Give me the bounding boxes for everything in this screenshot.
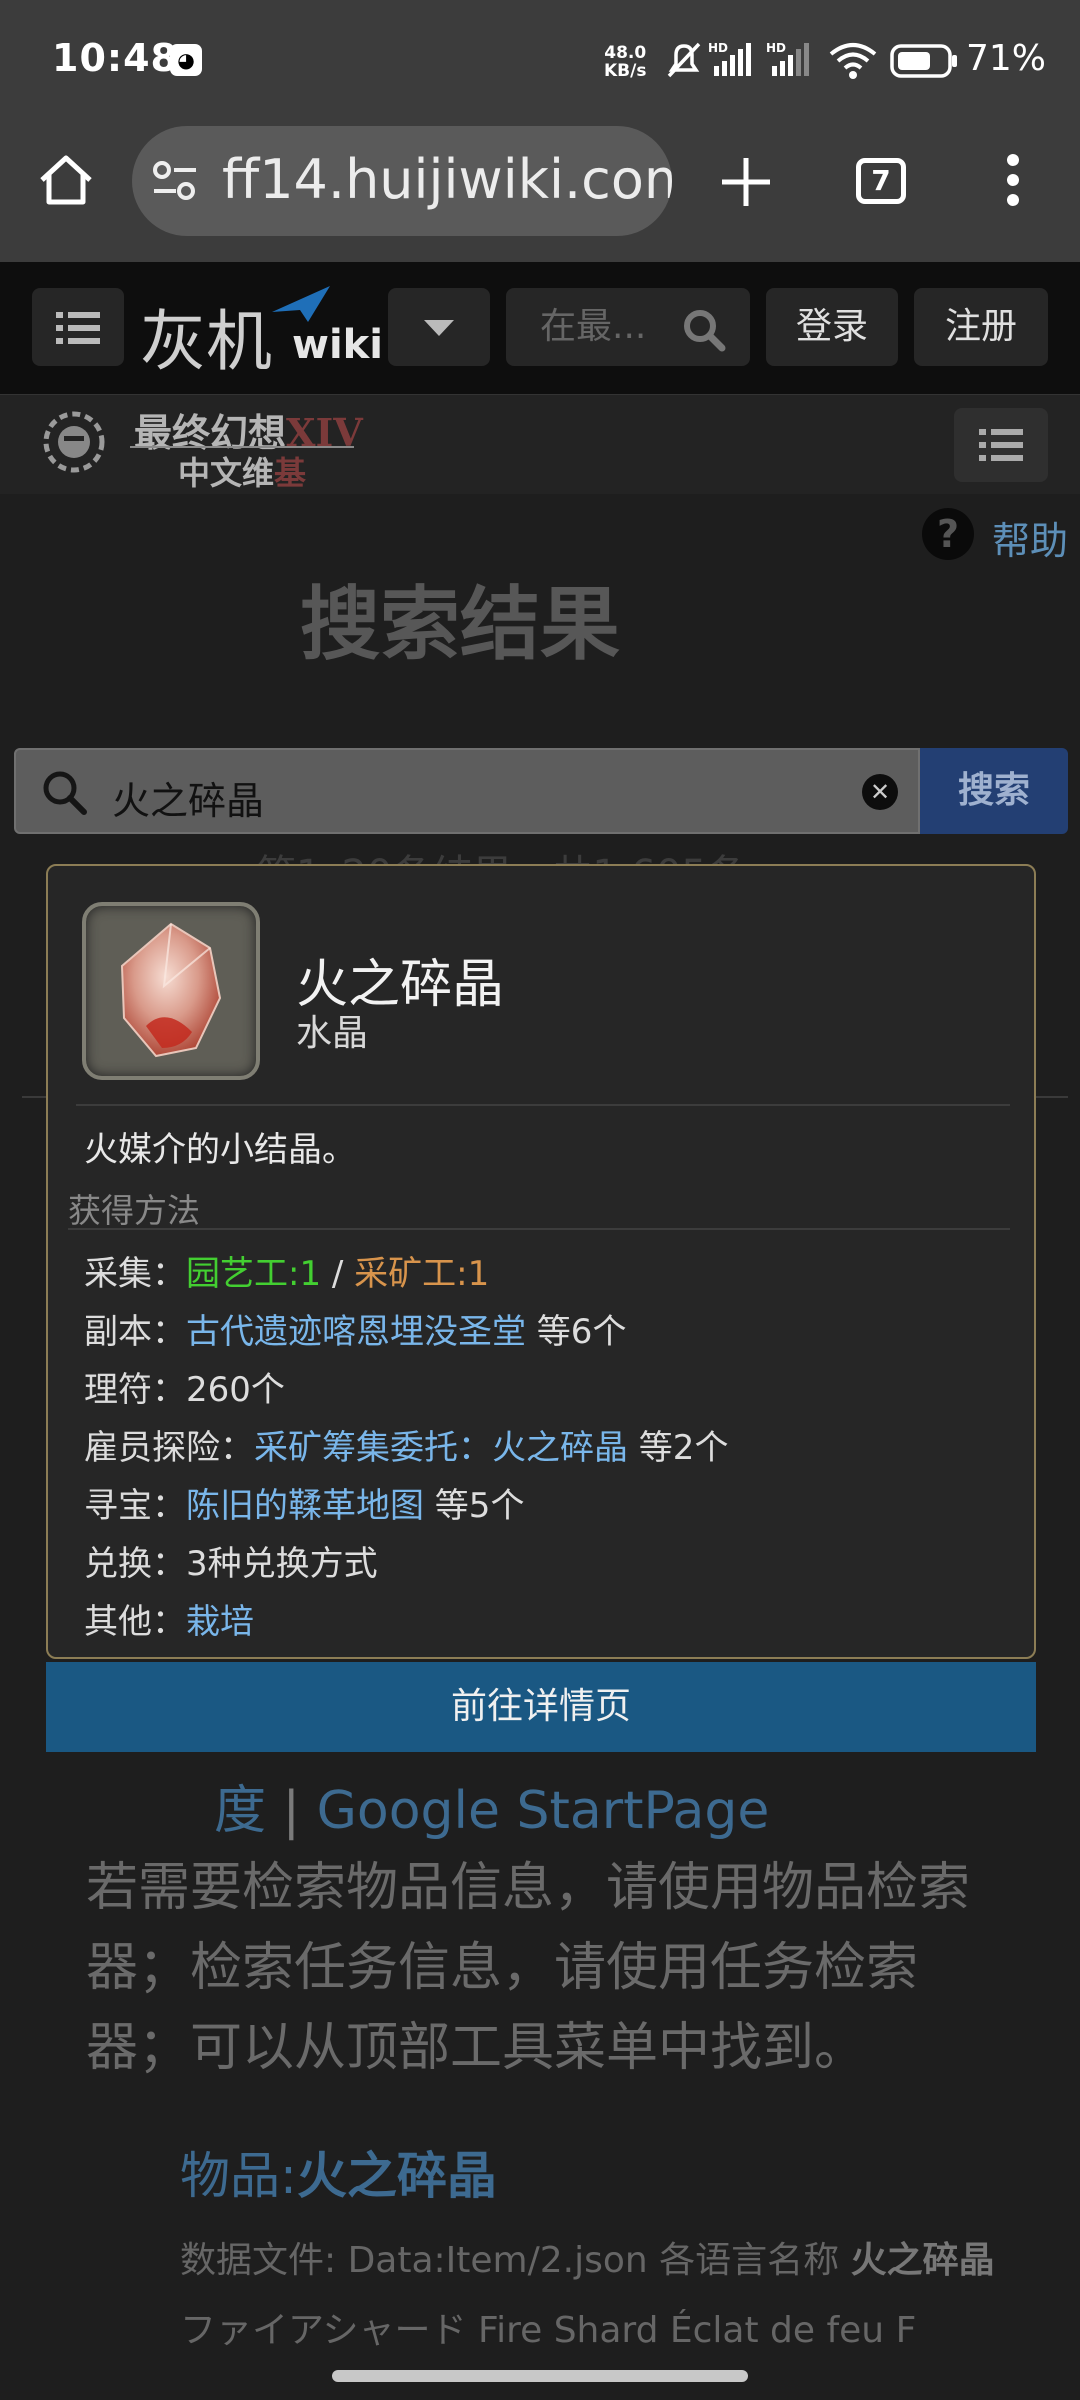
register-button[interactable]: 注册 [914,288,1048,366]
tab-switcher-button[interactable]: 7 [856,158,906,204]
clock: 10:48 [52,36,178,80]
more-menu-icon[interactable] [998,150,1028,210]
result-item-name[interactable]: 火之碎晶 [297,2147,497,2205]
site-menu-button[interactable] [32,288,124,366]
divider [76,1104,1010,1106]
network-speed: 48.0 KB/s [604,44,646,80]
acq-row-treasure: 寻宝：陈旧的鞣革地图 等5个 [84,1478,524,1527]
acq-label: 理符： [84,1370,186,1410]
url-text[interactable]: ff14.huijiwiki.com/ [222,148,672,211]
search-engines-links: 度 | Google StartPage [214,1768,769,1843]
site-search-placeholder: 在最... [540,306,647,347]
snippet-text: ファイアシャード Fire Shard Éclat de feu F [180,2310,917,2351]
cultivation-link[interactable]: 栽培 [186,1602,254,1642]
treasure-map-link[interactable]: 陈旧的鞣革地图 [186,1486,424,1526]
count-text: 260个 [186,1370,285,1410]
acq-row-exchange: 兑换：3种兑换方式 [84,1536,378,1585]
search-icon [43,771,87,815]
retainer-venture-link[interactable]: 采矿筹集委托：火之碎晶 [254,1428,628,1468]
ff14-subtitle-main: 中文维 [178,454,275,492]
item-tooltip-popup: 火之碎晶 水晶 火媒介的小结晶。 获得方法 采集：园艺工:1 / 采矿工:1 副… [46,864,1036,1659]
acq-row-other: 其他：栽培 [84,1594,254,1643]
count-text: 等2个 [628,1428,729,1468]
search-icon[interactable] [682,308,726,352]
ff14-menu-button[interactable] [954,408,1048,482]
count-text: 等5个 [424,1486,525,1526]
logo-wiki: wiki [292,322,383,368]
ff14-subtitle: 中文维基 [178,448,306,494]
count-text: 3种兑换方式 [186,1544,378,1584]
search-hint-text: 若需要检索物品信息，请使用物品检索器；检索任务信息，请使用任务检索器；可以从顶部… [86,1858,971,2078]
paper-plane-icon [272,286,330,322]
acq-row-leve: 理符：260个 [84,1362,285,1411]
miner-link[interactable]: 采矿工:1 [354,1254,489,1294]
crystal-icon [120,922,222,1058]
list-icon [979,429,1023,461]
logo-text: 灰机 [140,303,272,380]
result-item-prefix: 物品: [180,2147,297,2205]
separator-text: / [321,1254,355,1294]
go-to-detail-button[interactable]: 前往详情页 [46,1662,1036,1752]
item-type: 水晶 [296,1013,369,1054]
site-settings-icon[interactable] [152,160,200,202]
search-input[interactable]: 火之碎晶 ✕ [14,748,920,834]
ff14-subtitle-accent: 基 [274,454,307,492]
battery-icon [890,44,957,78]
net-speed-unit: KB/s [604,61,647,81]
bell-muted-icon [667,42,701,78]
wifi-icon [829,43,877,79]
gesture-bar[interactable] [332,2370,748,2382]
ff-crystal-emblem [34,402,114,482]
botanist-link[interactable]: 园艺工:1 [186,1254,321,1294]
home-icon[interactable] [36,150,96,210]
snippet-text: 数据文件: Data:Item/2.json 各语言名称 [180,2240,851,2281]
acq-row-retainer: 雇员探险：采矿筹集委托：火之碎晶 等2个 [84,1420,728,1469]
huiji-wiki-logo[interactable]: 灰机 wiki [140,284,383,380]
emblem-icon [43,411,105,473]
list-icon [56,312,100,344]
search-value[interactable]: 火之碎晶 [112,770,264,825]
help-icon[interactable]: ? [922,508,974,560]
status-bar: 10:48 ◕ 48.0 KB/s HD HD 71% [0,0,1080,120]
acq-row-dungeon: 副本：古代遗迹喀恩埋没圣堂 等6个 [84,1304,626,1353]
result-snippet: 数据文件: Data:Item/2.json 各语言名称 火之碎晶 ファイアシャ… [180,2226,1020,2366]
qq-notification-icon: ◕ [170,44,202,76]
count-text: 等6个 [526,1312,627,1352]
dungeon-link[interactable]: 古代遗迹喀恩埋没圣堂 [186,1312,526,1352]
clear-icon[interactable]: ✕ [862,774,898,810]
separator: | [266,1781,317,1841]
acq-label: 副本： [84,1312,186,1352]
acq-label: 采集： [84,1254,186,1294]
divider [68,1228,1010,1230]
engine-link-baidu[interactable]: 度 [214,1781,266,1841]
engine-link-google[interactable]: Google [317,1781,500,1841]
result-item-title[interactable]: 物品:火之碎晶 [180,2136,497,2208]
fire-shard-icon [82,902,260,1080]
login-button[interactable]: 登录 [766,288,898,366]
address-bar[interactable]: ff14.huijiwiki.com/ [132,126,672,236]
help-link[interactable]: 帮助 [992,510,1068,565]
cell-signal-icon-2: HD [766,41,809,76]
engine-link-startpage[interactable]: StartPage [517,1781,770,1841]
site-search-input[interactable]: 在最... [506,288,750,366]
page-title: 搜索结果 [300,578,620,671]
acq-label: 雇员探险： [84,1428,254,1468]
caret-down-icon [424,320,454,336]
cell-signal-icon-1: HD [708,41,751,76]
acq-label: 其他： [84,1602,186,1642]
acq-label: 兑换： [84,1544,186,1584]
acquisition-heading: 获得方法 [68,1191,200,1230]
acq-label: 寻宝： [84,1486,186,1526]
new-tab-icon[interactable] [718,154,774,210]
net-speed-value: 48.0 [604,43,647,63]
svg-text:HD: HD [766,41,786,55]
item-description: 火媒介的小结晶。 [84,1130,356,1170]
battery-percent: 71% [966,38,1047,79]
separator [500,1781,517,1841]
search-button[interactable]: 搜索 [920,748,1068,834]
acq-row-gathering: 采集：园艺工:1 / 采矿工:1 [84,1246,489,1295]
snippet-highlight: 火之碎晶 [850,2240,995,2281]
logo-dropdown-button[interactable] [388,288,490,366]
svg-text:HD: HD [708,41,728,55]
